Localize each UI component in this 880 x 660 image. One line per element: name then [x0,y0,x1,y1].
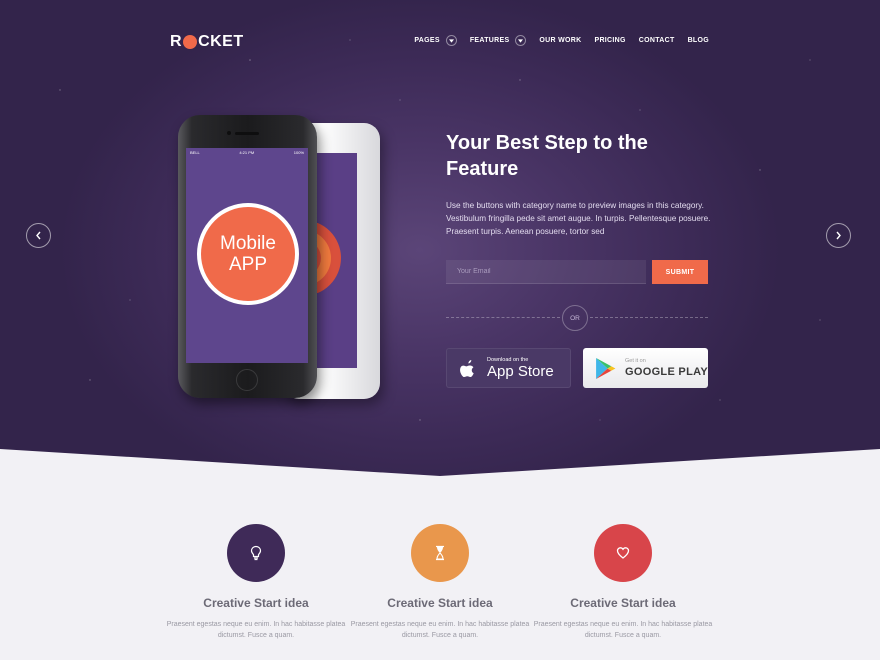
battery-label: 100% [293,150,304,155]
chevron-down-icon[interactable] [445,35,457,46]
nav-label: BLOG [687,37,709,44]
nav-label: OUR WORK [539,37,582,44]
nav-item-pricing[interactable]: PRICING [594,37,625,44]
nav-item-pages[interactable]: PAGES [414,35,457,46]
app-store-line2: App Store [487,362,554,380]
mobile-app-badge: Mobile APP [197,203,299,305]
feature-card: Creative Start idea Praesent egestas neq… [164,524,348,641]
carrier-label: BELL [190,150,200,155]
time-label: 4:21 PM [239,150,255,155]
feature-card: Creative Start idea Praesent egestas neq… [348,524,532,641]
submit-button[interactable]: SUBMIT [652,260,708,284]
app-store-button[interactable]: Download on the App Store [446,348,571,388]
nav-label: CONTACT [638,37,675,44]
nav-item-contact[interactable]: CONTACT [639,37,675,44]
starfield-background [59,39,821,421]
feature-title: Creative Start idea [570,596,676,610]
feature-card: Creative Start idea Praesent egestas neq… [531,524,715,641]
chevron-right-icon [836,231,841,240]
google-play-icon [596,357,616,379]
feature-text: Praesent egestas neque eu enim. In hac h… [533,621,713,639]
google-play-line2: GOOGLE PLAY [625,365,708,378]
hourglass-icon [436,545,444,561]
nav-label: PAGES [414,37,440,44]
nav-item-blog[interactable]: BLOG [688,37,709,44]
phone-screen: BELL 4:21 PM 100% Mobile APP [186,148,308,363]
phone-speaker [235,132,259,135]
logo-text-prefix: R [170,33,183,50]
feature-icon-circle [227,524,285,582]
app-badge-line1: Mobile [220,233,276,254]
chevron-down-icon[interactable] [515,35,527,46]
hero-headline: Your Best Step to the Feature [446,132,648,180]
feature-text: Praesent egestas neque eu enim. In hac h… [350,621,530,639]
heart-icon [616,547,630,559]
divider-line-left [446,317,560,318]
logo-rocket-mark [183,35,198,49]
slider-prev-button[interactable] [26,223,51,248]
lightbulb-icon [250,545,262,561]
divider-line-right [590,317,708,318]
phone-mockup-black: BELL 4:21 PM 100% Mobile APP [178,115,317,398]
apple-icon [460,359,474,377]
slider-next-button[interactable] [826,223,851,248]
phone-home-button [236,369,258,391]
feature-title: Creative Start idea [203,596,309,610]
main-nav: PAGES FEATURES OUR WORK PRICING CONTACT … [401,35,709,46]
phone-status-bar: BELL 4:21 PM 100% [186,148,308,156]
chevron-left-icon [36,231,41,240]
logo[interactable]: R CKET [170,33,244,51]
app-badge-line2: APP [228,254,268,275]
logo-text-suffix: CKET [198,33,244,50]
or-divider: OR [562,305,588,331]
nav-item-our-work[interactable]: OUR WORK [539,37,581,44]
google-play-line1: Get it on [625,357,646,364]
feature-icon-circle [594,524,652,582]
phone-camera [227,131,231,135]
feature-text: Praesent egestas neque eu enim. In hac h… [166,621,346,639]
hero-section: R CKET PAGES FEATURES OUR WORK PRICING C… [0,0,880,476]
feature-icon-circle [411,524,469,582]
email-input[interactable] [446,260,646,284]
nav-item-features[interactable]: FEATURES [470,35,527,46]
hero-description: Use the buttons with category name to pr… [446,201,711,236]
nav-label: FEATURES [469,37,510,44]
nav-label: PRICING [594,37,626,44]
google-play-button[interactable]: Get it on GOOGLE PLAY [583,348,708,388]
feature-title: Creative Start idea [387,596,493,610]
